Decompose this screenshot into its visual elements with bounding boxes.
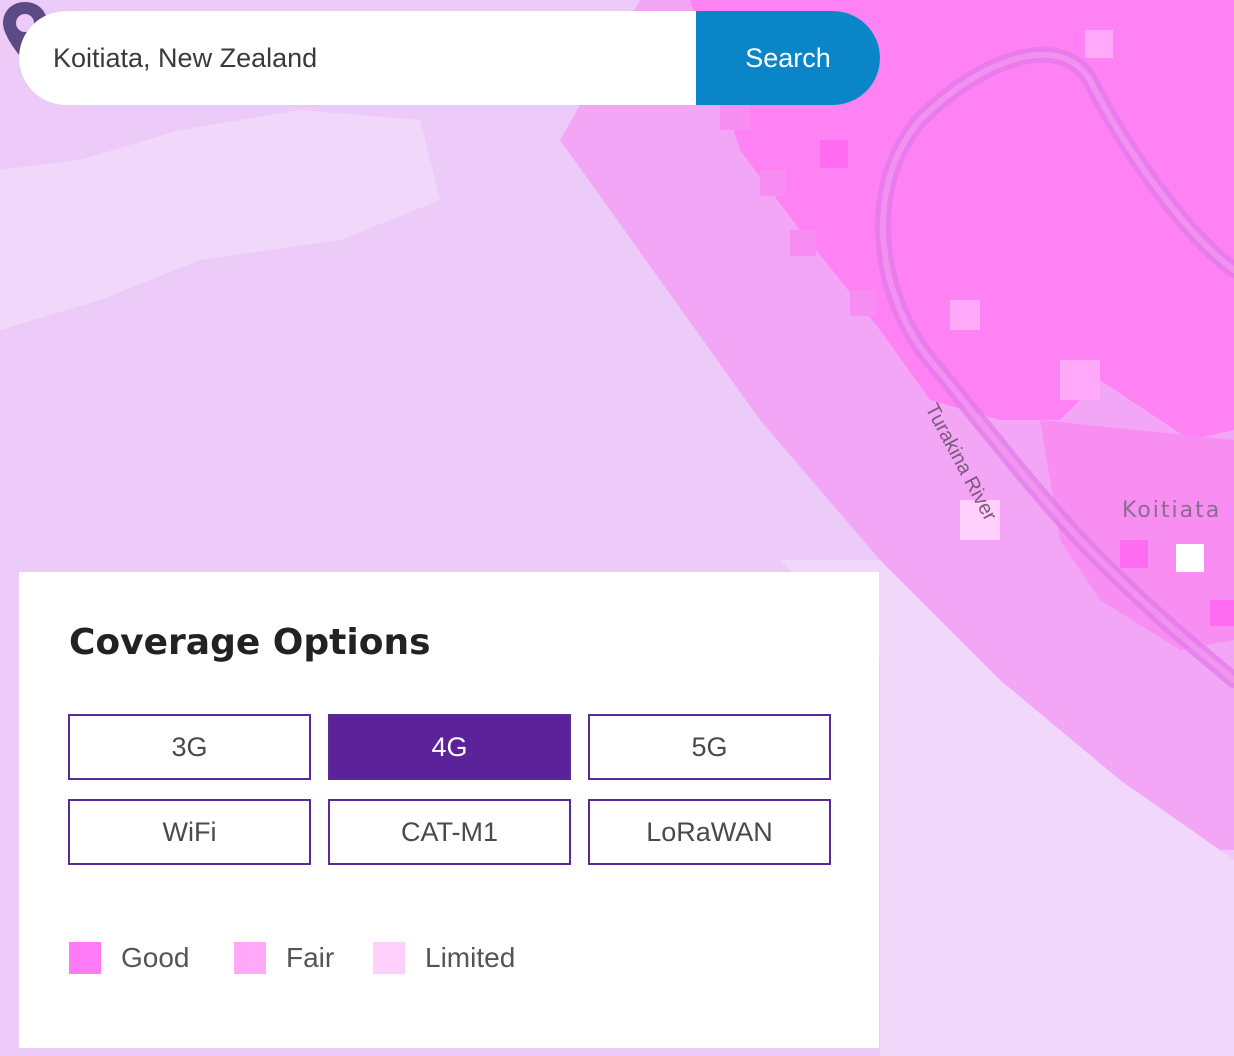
option-4g[interactable]: 4G [328, 714, 571, 780]
option-wifi[interactable]: WiFi [68, 799, 311, 865]
legend-swatch-good [69, 942, 101, 974]
legend-item-good: Good [69, 938, 190, 978]
panel-title: Coverage Options [69, 622, 431, 663]
option-cat-m1[interactable]: CAT-M1 [328, 799, 571, 865]
legend-label-fair: Fair [286, 942, 335, 973]
legend-swatch-limited [373, 942, 405, 974]
legend-label-limited: Limited [425, 942, 516, 973]
place-label: Koitiata [1122, 498, 1222, 523]
legend-item-fair: Fair [234, 938, 334, 978]
option-5g[interactable]: 5G [588, 714, 831, 780]
search-bar: Search [19, 11, 880, 105]
legend-label-good: Good [121, 942, 190, 973]
option-lorawan[interactable]: LoRaWAN [588, 799, 831, 865]
legend-item-limited: Limited [373, 938, 515, 978]
search-button[interactable]: Search [696, 11, 880, 105]
search-input[interactable] [19, 11, 696, 105]
legend-swatch-fair [234, 942, 266, 974]
coverage-options-panel: Coverage Options 3G 4G 5G WiFi CAT-M1 Lo… [19, 572, 879, 1048]
option-3g[interactable]: 3G [68, 714, 311, 780]
